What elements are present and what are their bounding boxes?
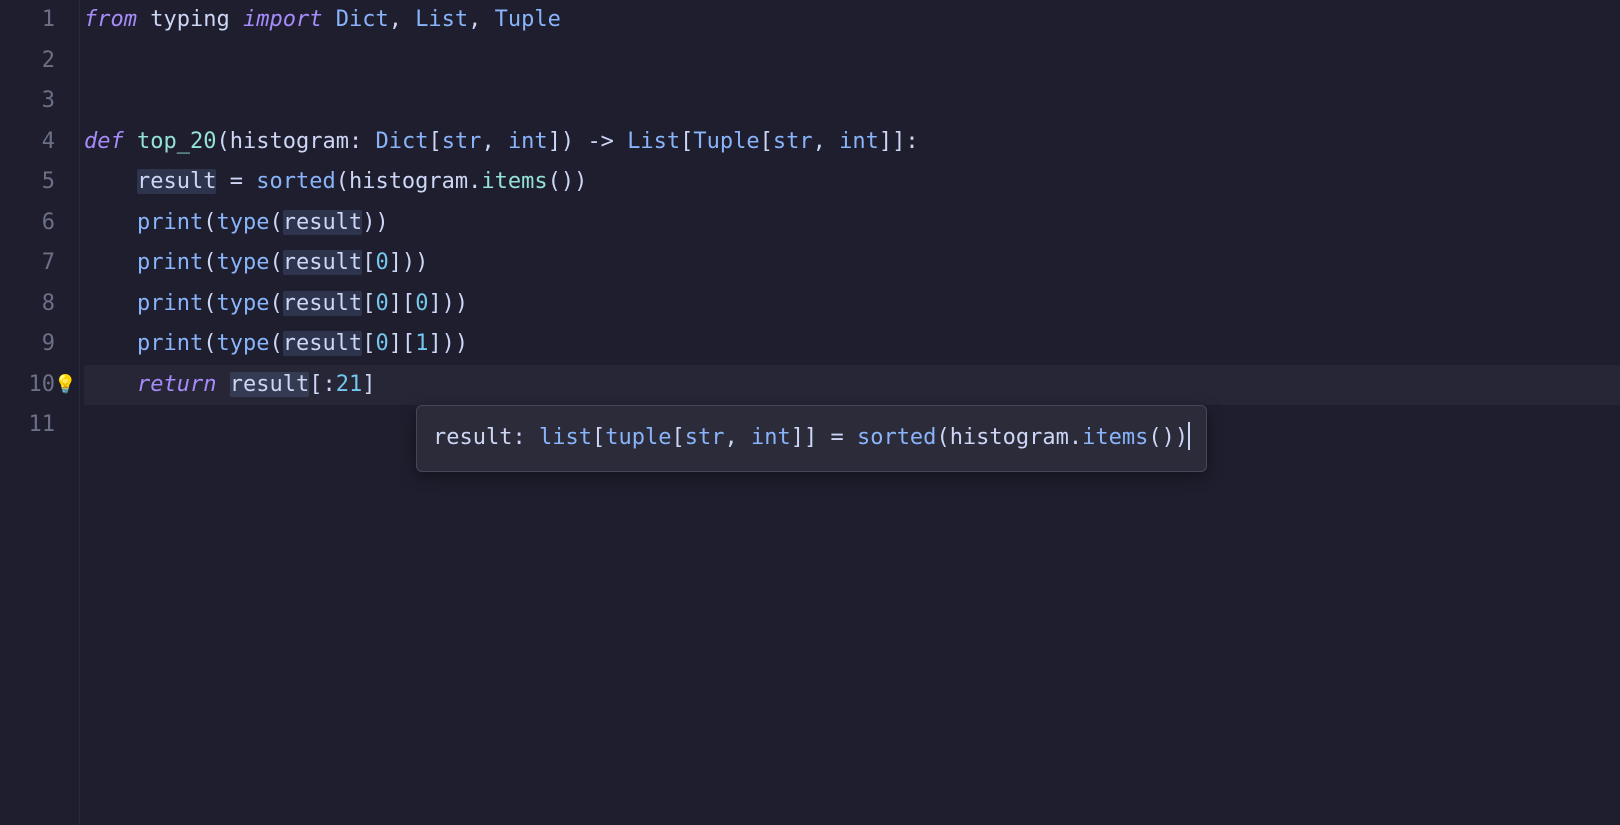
tooltip-var-name: result — [433, 425, 512, 450]
var-result: result — [283, 250, 362, 275]
tooltip-type-tuple: tuple — [605, 425, 671, 450]
param-histogram: histogram — [230, 129, 349, 154]
line-number: 1 — [0, 0, 55, 41]
code-line-6[interactable]: print(type(result)) — [84, 203, 1620, 244]
module-typing: typing — [150, 7, 229, 32]
code-editor[interactable]: 1 2 3 4 5 6 7 8 9 10 11 from typing impo… — [0, 0, 1620, 825]
number-21: 21 — [336, 372, 363, 397]
tooltip-sorted: sorted — [857, 425, 936, 450]
line-number: 4 — [0, 122, 55, 163]
tooltip-type-int: int — [751, 425, 791, 450]
import-list: List — [415, 7, 468, 32]
var-result: result — [283, 210, 362, 235]
builtin-type: type — [216, 331, 269, 356]
type-tuple: Tuple — [693, 129, 759, 154]
line-number: 2 — [0, 41, 55, 82]
keyword-import: import — [243, 7, 322, 32]
method-items: items — [481, 169, 547, 194]
builtin-type: type — [216, 210, 269, 235]
builtin-print: print — [137, 250, 203, 275]
keyword-from: from — [84, 7, 137, 32]
code-line-7[interactable]: print(type(result[0])) — [84, 243, 1620, 284]
equals: = — [230, 169, 243, 194]
builtin-type: type — [216, 291, 269, 316]
builtin-print: print — [137, 331, 203, 356]
line-number: 9 — [0, 324, 55, 365]
lightbulb-icon[interactable]: 💡 — [54, 365, 76, 406]
var-result: result — [230, 372, 309, 397]
line-number: 7 — [0, 243, 55, 284]
var-result: result — [283, 331, 362, 356]
type-list: List — [627, 129, 680, 154]
keyword-def: def — [84, 129, 124, 154]
var-result: result — [137, 169, 216, 194]
code-line-10[interactable]: 💡 return result[:21] — [84, 365, 1620, 406]
line-number: 6 — [0, 203, 55, 244]
line-number: 8 — [0, 284, 55, 325]
type-str: str — [442, 129, 482, 154]
code-line-1[interactable]: from typing import Dict, List, Tuple — [84, 0, 1620, 41]
number-1: 1 — [415, 331, 428, 356]
text-cursor — [1188, 422, 1190, 450]
builtin-sorted: sorted — [256, 169, 335, 194]
code-line-5[interactable]: result = sorted(histogram.items()) — [84, 162, 1620, 203]
number-0: 0 — [375, 331, 388, 356]
tooltip-items: items — [1082, 425, 1148, 450]
code-line-9[interactable]: print(type(result[0][1])) — [84, 324, 1620, 365]
keyword-return: return — [137, 372, 216, 397]
line-number: 5 — [0, 162, 55, 203]
number-0: 0 — [375, 250, 388, 275]
builtin-print: print — [137, 291, 203, 316]
type-int: int — [839, 129, 879, 154]
function-name: top_20 — [137, 129, 216, 154]
number-0: 0 — [415, 291, 428, 316]
code-line-4[interactable]: def top_20(histogram: Dict[str, int]) ->… — [84, 122, 1620, 163]
var-histogram: histogram — [349, 169, 468, 194]
type-int: int — [508, 129, 548, 154]
var-result: result — [283, 291, 362, 316]
number-0: 0 — [375, 291, 388, 316]
type-str: str — [773, 129, 813, 154]
tooltip-type-str: str — [685, 425, 725, 450]
import-dict: Dict — [336, 7, 389, 32]
tooltip-type-list: list — [539, 425, 592, 450]
builtin-type: type — [216, 250, 269, 275]
hover-tooltip: result: list[tuple[str, int]] = sorted(h… — [416, 405, 1207, 472]
line-number: 3 — [0, 81, 55, 122]
line-number: 11 — [0, 405, 55, 446]
type-dict: Dict — [375, 129, 428, 154]
code-text-area[interactable]: from typing import Dict, List, Tuple def… — [80, 0, 1620, 825]
line-number: 10 — [0, 365, 55, 406]
import-tuple: Tuple — [495, 7, 561, 32]
builtin-print: print — [137, 210, 203, 235]
tooltip-histogram: histogram — [950, 425, 1069, 450]
code-line-2[interactable] — [84, 41, 1620, 82]
code-line-3[interactable] — [84, 81, 1620, 122]
line-number-gutter: 1 2 3 4 5 6 7 8 9 10 11 — [0, 0, 80, 825]
code-line-8[interactable]: print(type(result[0][0])) — [84, 284, 1620, 325]
